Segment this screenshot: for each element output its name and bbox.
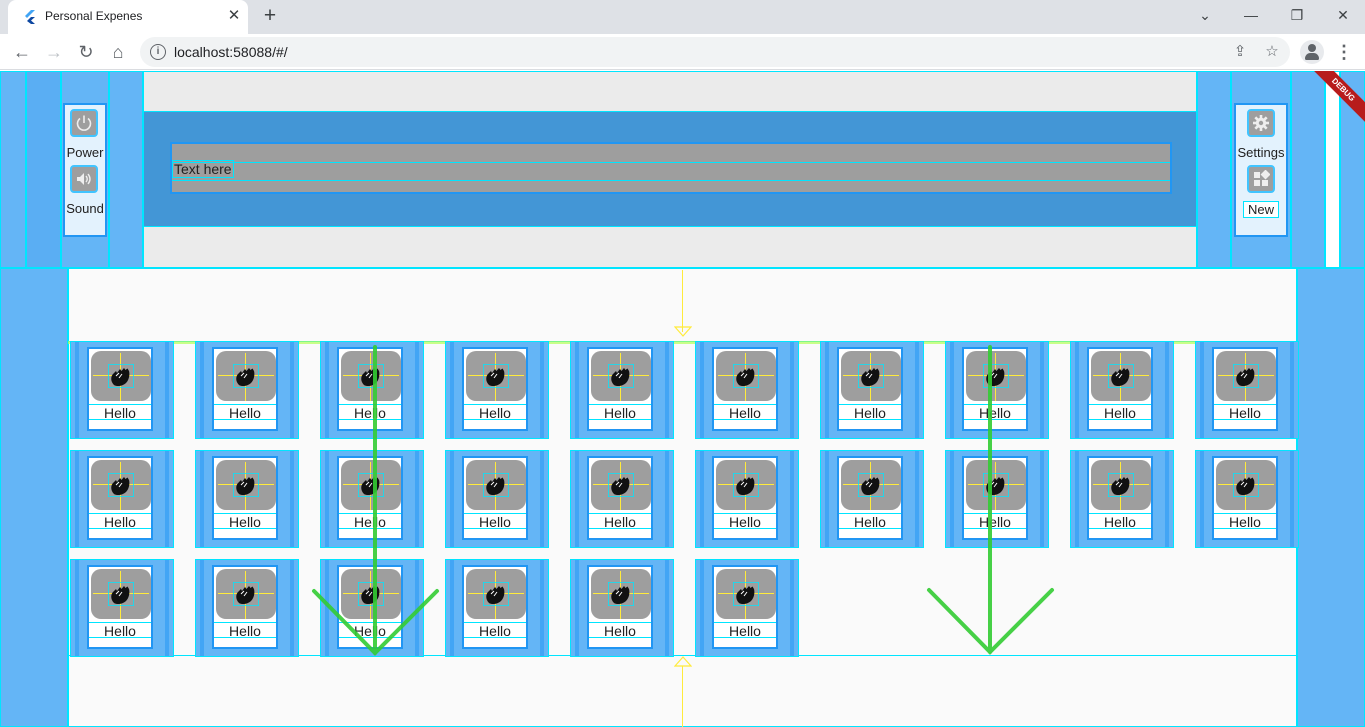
bookmark-star-icon[interactable]: ☆ <box>1262 42 1282 62</box>
info-icon[interactable]: i <box>150 44 166 60</box>
app-viewport: Power Sound Text here Settings New DEBUG… <box>0 71 1365 727</box>
tab-strip: Personal Expenes ✕ + ⌄ — ❐ ✕ <box>0 0 1365 34</box>
new-tab-button[interactable]: + <box>258 5 282 29</box>
overlay-arrows <box>312 345 1054 656</box>
browser-toolbar: ← → ↻ ⌂ i localhost:58088/#/ ⇪ ☆ ⋮ <box>0 34 1365 70</box>
down-arrow-icon <box>312 345 439 656</box>
close-window-button[interactable]: ✕ <box>1320 0 1365 30</box>
home-button[interactable]: ⌂ <box>104 38 132 66</box>
tab-title: Personal Expenes <box>45 9 143 23</box>
forward-button[interactable]: → <box>40 38 68 66</box>
browser-tab[interactable]: Personal Expenes ✕ <box>8 0 248 34</box>
address-bar[interactable]: i localhost:58088/#/ ⇪ ☆ <box>140 37 1290 67</box>
profile-icon[interactable] <box>1300 40 1324 64</box>
chevron-down-icon[interactable]: ⌄ <box>1182 0 1228 30</box>
share-icon[interactable]: ⇪ <box>1230 42 1250 62</box>
reload-button[interactable]: ↻ <box>72 38 100 66</box>
restore-button[interactable]: ❐ <box>1274 0 1320 30</box>
url-text: localhost:58088/#/ <box>174 44 288 60</box>
minimize-button[interactable]: — <box>1228 0 1274 30</box>
flutter-icon <box>25 10 35 24</box>
down-arrow-icon <box>927 345 1054 655</box>
back-button[interactable]: ← <box>8 38 36 66</box>
kebab-menu-icon[interactable]: ⋮ <box>1334 38 1354 66</box>
close-tab-icon[interactable]: ✕ <box>224 6 244 26</box>
